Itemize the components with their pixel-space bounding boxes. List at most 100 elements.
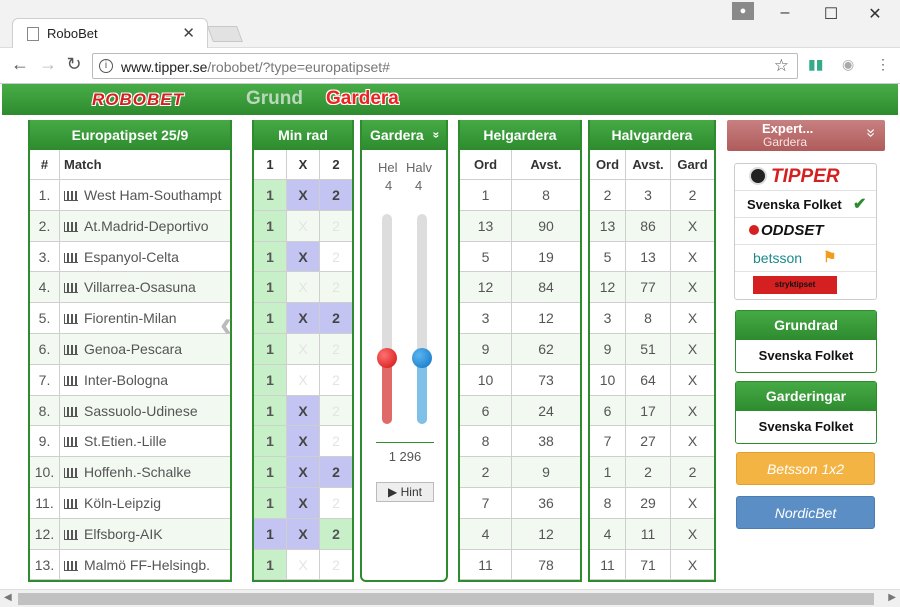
pick-cell[interactable]: 2 (320, 272, 352, 302)
match-cell[interactable]: Inter-Bologna (60, 365, 230, 395)
address-bar[interactable]: i www.tipper.se/robobet/?type=europatips… (92, 53, 798, 79)
match-name[interactable]: Villarrea-Osasuna (84, 279, 196, 295)
source-svenska-folket[interactable]: Svenska Folket ✔ (735, 191, 876, 218)
scrollbar-thumb[interactable] (18, 593, 874, 605)
hel-slider[interactable] (382, 214, 392, 424)
pick-cell[interactable]: 2 (320, 457, 352, 487)
pick-cell[interactable]: 2 (320, 426, 352, 456)
match-cell[interactable]: Genoa-Pescara (60, 334, 230, 364)
match-name[interactable]: Fiorentin-Milan (84, 310, 177, 326)
pick-cell[interactable]: 1 (254, 210, 287, 241)
pick-cell[interactable]: X (287, 457, 320, 487)
chevron-down-icon[interactable]: » (422, 132, 452, 139)
pick-cell[interactable]: X (287, 333, 320, 364)
match-name[interactable]: St.Etien.-Lille (84, 433, 166, 449)
match-cell[interactable]: St.Etien.-Lille (60, 426, 230, 456)
info-icon[interactable]: i (99, 59, 113, 73)
betsson-1x2-button[interactable]: Betsson 1x2 (736, 452, 875, 485)
pick-cell[interactable]: X (287, 272, 320, 303)
pick-cell[interactable]: X (287, 180, 320, 210)
chevron-left-icon[interactable]: ‹ (220, 303, 232, 345)
reload-icon[interactable]: ↻ (62, 54, 86, 75)
bar-chart-icon[interactable] (64, 437, 78, 448)
pick-cell[interactable]: 1 (254, 487, 287, 518)
bar-chart-icon[interactable] (64, 252, 78, 263)
hint-button[interactable]: ▶ Hint (376, 482, 434, 502)
bookmark-star-icon[interactable]: ☆ (774, 56, 789, 76)
bar-chart-icon[interactable] (64, 406, 78, 417)
match-cell[interactable]: Hoffenh.-Schalke (60, 457, 230, 487)
match-cell[interactable]: Köln-Leipzig (60, 488, 230, 518)
match-cell[interactable]: West Ham-Southampt (60, 180, 230, 210)
match-name[interactable]: Inter-Bologna (84, 372, 168, 388)
bar-chart-icon[interactable] (64, 314, 78, 325)
pick-cell[interactable]: X (287, 364, 320, 395)
extension-shield-icon[interactable]: ◉ (842, 56, 854, 73)
pick-cell[interactable]: 1 (254, 180, 287, 210)
nordicbet-button[interactable]: NordicBet (736, 496, 875, 529)
hel-slider-knob[interactable] (377, 348, 397, 368)
new-tab-button[interactable] (207, 26, 243, 42)
grundrad-card[interactable]: Grundrad Svenska Folket (735, 310, 877, 373)
robobet-logo[interactable]: ROBOBET (92, 90, 184, 110)
pick-cell[interactable]: X (287, 303, 320, 333)
forward-icon[interactable]: → (36, 54, 60, 75)
bar-chart-icon[interactable] (64, 560, 78, 571)
halv-slider-knob[interactable] (412, 348, 432, 368)
match-name[interactable]: Hoffenh.-Schalke (84, 464, 191, 480)
pick-cell[interactable]: X (287, 518, 320, 549)
pick-cell[interactable]: 1 (254, 518, 287, 549)
bar-chart-icon[interactable] (64, 498, 78, 509)
url-text[interactable]: www.tipper.se/robobet/?type=europatipset… (121, 59, 390, 75)
match-name[interactable]: West Ham-Southampt (84, 187, 221, 203)
pick-cell[interactable]: 1 (254, 549, 287, 580)
pick-cell[interactable]: 2 (320, 334, 352, 364)
menu-icon[interactable]: ⋮ (876, 56, 890, 73)
bar-chart-icon[interactable] (64, 221, 78, 232)
pick-cell[interactable]: 2 (320, 550, 352, 580)
match-name[interactable]: Elfsborg-AIK (84, 526, 163, 542)
pick-cell[interactable]: 1 (254, 395, 287, 426)
pick-cell[interactable]: 2 (320, 396, 352, 426)
pick-cell[interactable]: 2 (320, 488, 352, 518)
match-name[interactable]: Malmö FF-Helsingb. (84, 557, 210, 573)
bar-chart-icon[interactable] (64, 529, 78, 540)
match-name[interactable]: At.Madrid-Deportivo (84, 218, 209, 234)
halv-slider[interactable] (417, 214, 427, 424)
pick-cell[interactable]: 2 (320, 303, 352, 333)
pick-cell[interactable]: 2 (320, 180, 352, 210)
pick-cell[interactable]: X (287, 487, 320, 518)
pick-cell[interactable]: X (287, 210, 320, 241)
close-window-button[interactable]: ✕ (860, 4, 890, 24)
nav-grund[interactable]: Grund (246, 88, 303, 110)
match-cell[interactable]: Elfsborg-AIK (60, 519, 230, 549)
pick-cell[interactable]: 2 (320, 518, 352, 549)
bar-chart-icon[interactable] (64, 191, 78, 201)
source-stryktipset[interactable]: stryktipset (735, 272, 876, 299)
match-cell[interactable]: Villarrea-Osasuna (60, 272, 230, 302)
match-cell[interactable]: Espanyol-Celta (60, 242, 230, 272)
pick-cell[interactable]: X (287, 395, 320, 426)
extension-chart-icon[interactable]: ▮▮ (808, 56, 823, 73)
horizontal-scrollbar[interactable]: ◀ ▶ (0, 589, 900, 607)
match-name[interactable]: Espanyol-Celta (84, 249, 179, 265)
pick-cell[interactable]: 2 (320, 242, 352, 272)
source-oddset[interactable]: ODDSET (735, 218, 876, 245)
match-cell[interactable]: At.Madrid-Deportivo (60, 211, 230, 241)
pick-cell[interactable]: 2 (320, 365, 352, 395)
expert-gardera-button[interactable]: Expert... Gardera » (727, 120, 885, 151)
pick-cell[interactable]: 1 (254, 303, 287, 333)
minimize-button[interactable]: – (770, 4, 800, 22)
maximize-button[interactable]: ☐ (816, 4, 846, 24)
scroll-right-icon[interactable]: ▶ (888, 592, 896, 603)
match-name[interactable]: Köln-Leipzig (84, 495, 161, 511)
scroll-left-icon[interactable]: ◀ (4, 592, 12, 603)
pick-cell[interactable]: X (287, 549, 320, 580)
source-tipper[interactable]: TIPPER (735, 164, 876, 191)
pick-cell[interactable]: X (287, 241, 320, 272)
match-cell[interactable]: Sassuolo-Udinese (60, 396, 230, 426)
match-name[interactable]: Sassuolo-Udinese (84, 403, 198, 419)
bar-chart-icon[interactable] (64, 468, 78, 479)
match-cell[interactable]: Malmö FF-Helsingb. (60, 550, 230, 580)
garderingar-card[interactable]: Garderingar Svenska Folket (735, 381, 877, 444)
